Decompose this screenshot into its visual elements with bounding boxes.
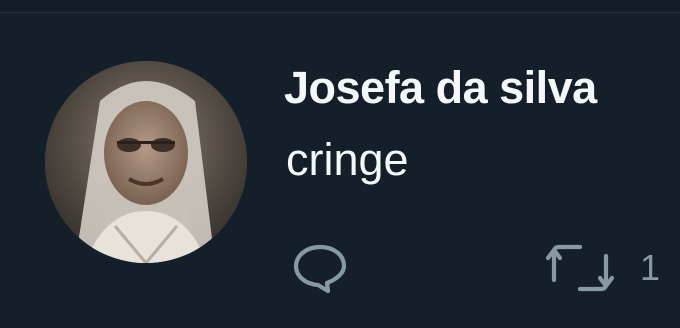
avatar[interactable] [45,61,247,263]
display-name[interactable]: Josefa da silva [284,62,597,114]
profile-photo-icon [45,61,247,263]
retweet-button[interactable]: 1 [546,242,660,294]
tweet-text: cringe [286,134,409,185]
top-divider [0,0,680,13]
retweet-count: 1 [640,247,661,288]
reply-button[interactable] [290,242,350,294]
speech-bubble-icon [293,244,347,294]
retweet-arrows-icon [546,244,614,292]
tweet-card[interactable]: Josefa da silva cringe 1 [0,0,680,328]
